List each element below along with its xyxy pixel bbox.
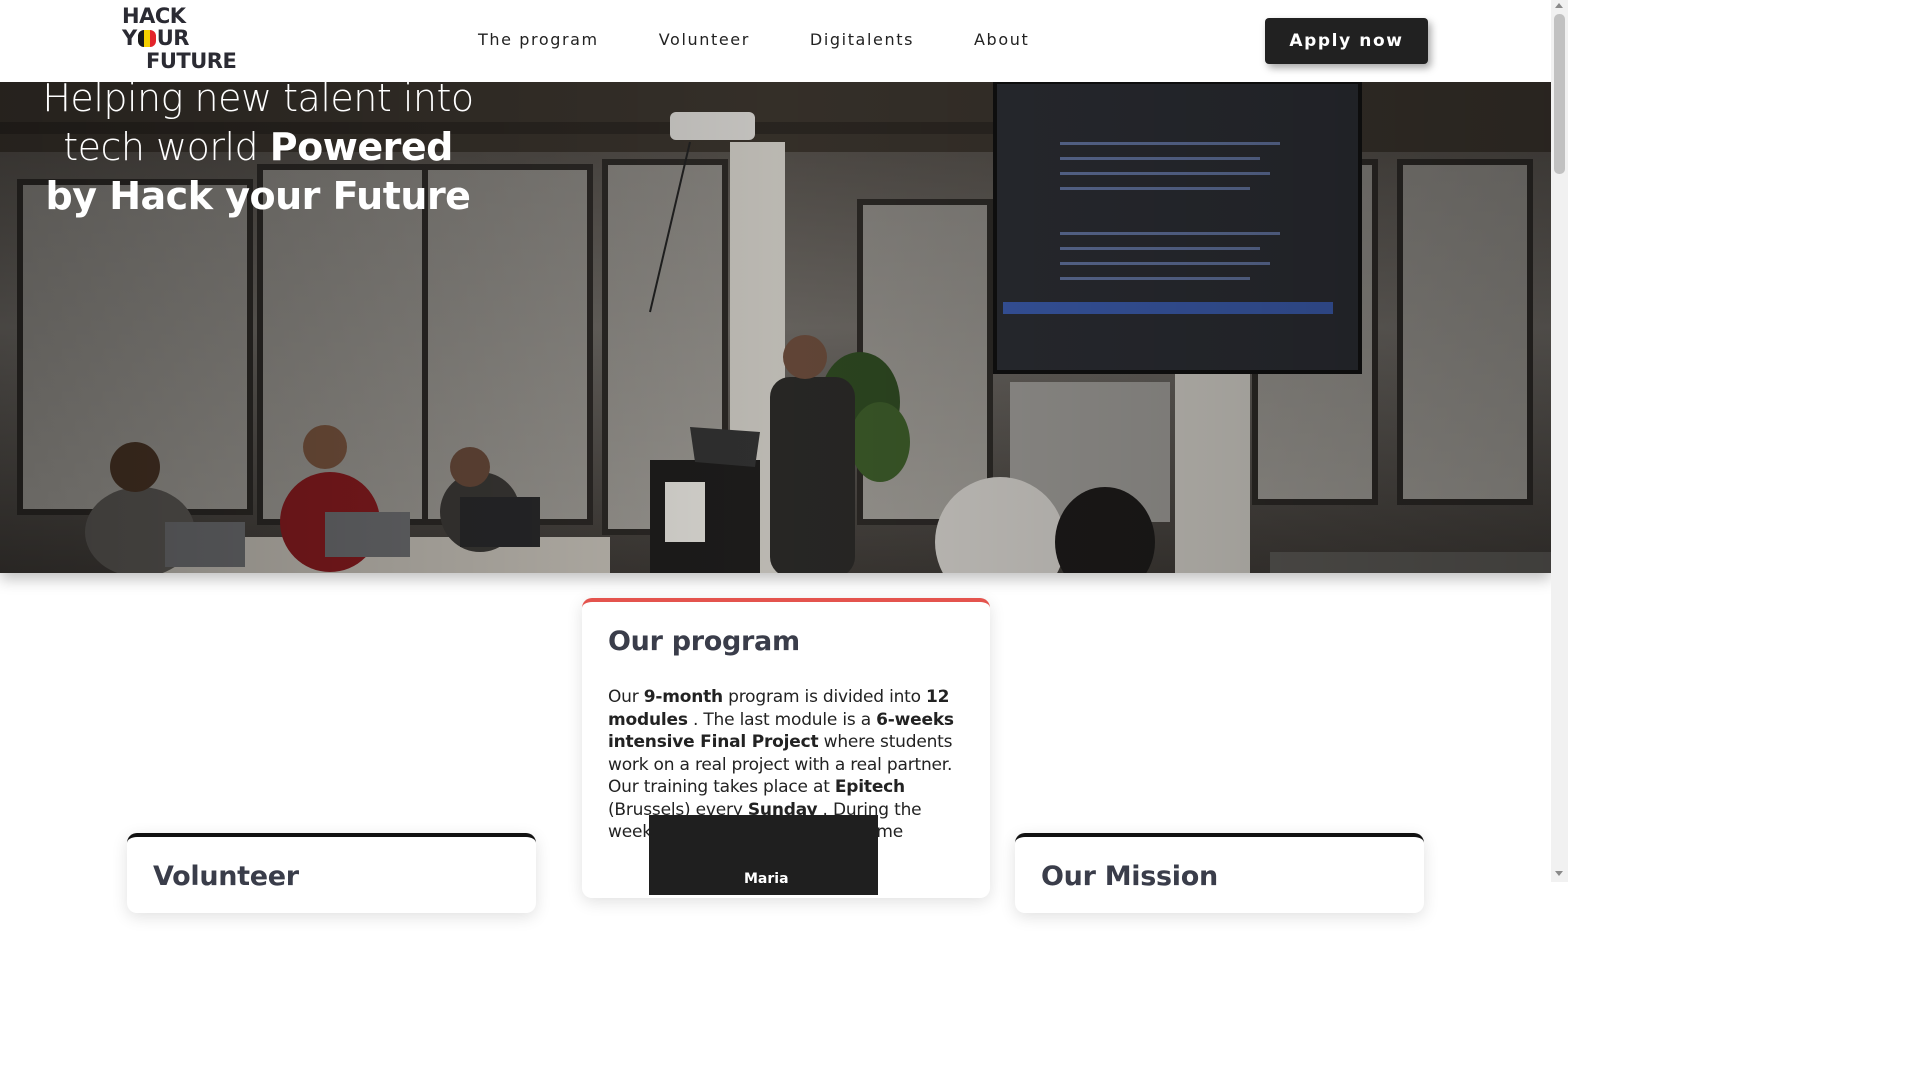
nav-item-digitalents[interactable]: Digitalents	[810, 30, 914, 49]
program-text-segment: 9-month	[643, 687, 723, 707]
program-text-segment: . The last module is a	[687, 709, 877, 730]
logo-line-2-a: Y	[122, 26, 137, 50]
nav-item-the-program[interactable]: The program	[478, 30, 599, 49]
logo-line-3: FUTURE	[146, 49, 237, 73]
logo-line-1: HACK	[122, 4, 186, 28]
page-scrollbar[interactable]	[1551, 0, 1568, 882]
testimonial-popup[interactable]: Maria	[649, 815, 878, 895]
scroll-thumb[interactable]	[1554, 14, 1565, 174]
hero-headline: Helping new talent into tech world Power…	[40, 82, 476, 221]
volunteer-card-title: Volunteer	[153, 861, 299, 892]
apply-now-button[interactable]: Apply now	[1265, 18, 1428, 64]
logo-line-2-b: UR	[156, 26, 190, 50]
hyf-logo[interactable]: HACK Y UR FUTURE	[122, 5, 252, 73]
nav-item-volunteer[interactable]: Volunteer	[659, 30, 750, 49]
our-mission-card: Our Mission	[1015, 833, 1424, 913]
nav-item-about[interactable]: About	[974, 30, 1029, 49]
scroll-up-arrow-icon[interactable]	[1555, 3, 1563, 8]
scroll-down-arrow-icon[interactable]	[1555, 871, 1563, 876]
our-program-title: Our program	[608, 626, 800, 657]
volunteer-card: Volunteer	[127, 833, 536, 913]
hero-banner: Helping new talent into tech world Power…	[0, 82, 1551, 573]
testimonial-name: Maria	[744, 871, 789, 887]
logo-line-2: Y UR	[122, 27, 189, 50]
program-text-segment: Our	[608, 687, 644, 707]
main-nav: The program Volunteer Digitalents About	[478, 30, 1029, 49]
belgian-flag-icon	[137, 30, 156, 47]
program-text-segment: program is divided into	[722, 687, 927, 707]
program-text-segment: Epitech	[834, 777, 905, 797]
site-header: HACK Y UR FUTURE The program Volunteer D…	[0, 0, 1551, 82]
our-mission-title: Our Mission	[1041, 861, 1218, 892]
